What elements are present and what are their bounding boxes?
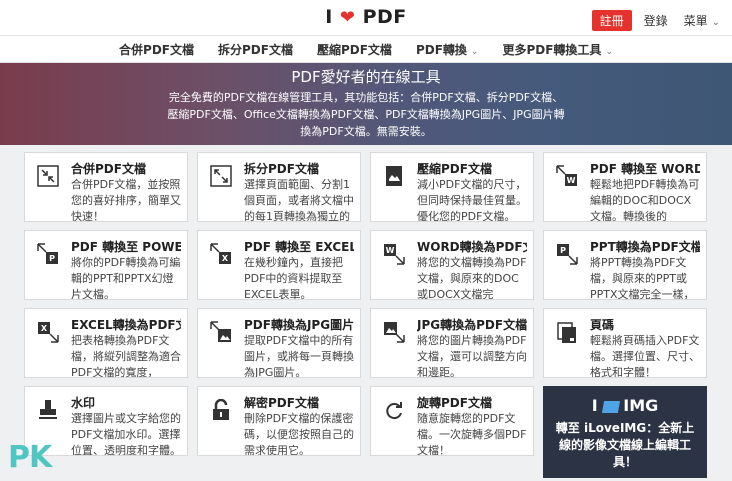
hero-description: 完全免費的PDF文檔在線管理工具，其功能包括：合併PDF文檔、拆分PDF文檔、壓… [167,91,565,138]
nav-more-tools[interactable]: 更多PDF轉換工具 ⌄ [502,41,613,58]
tool-desc: 選擇圖片或文字給您的PDF文檔加水印。選擇位置、透明度和字體。 [71,412,181,456]
iloveimg-logo: I IMG [543,396,707,415]
tool-title: 旋轉PDF文檔 [417,396,492,410]
pdf-to-jpg-icon [210,321,231,342]
nav-label: 拆分PDF文檔 [218,42,293,57]
tool-title: PDF 轉換至 EXCEL [244,240,354,254]
tool-desc: 選擇頁面範圍、分割1個頁面，或者將文檔中的每1頁轉換為獨立的PDF文檔。 [244,178,354,222]
heart-icon: ❤ [339,7,356,28]
svg-text:W: W [567,176,576,185]
tool-title: PDF轉換為JPG圖片 [244,318,354,332]
split-icon [210,165,232,187]
tool-card-pdf-to-ppt[interactable]: P PDF 轉換至 POWE... 將你的PDF轉換為可編輯的PPT和PPTX幻… [24,230,188,300]
tool-card-compress[interactable]: 壓縮PDF文檔 減小PDF文檔的尺寸，但同時保持最佳質量。優化您的PDF文檔。 [370,152,534,222]
nav-label: 壓縮PDF文檔 [316,42,392,57]
tool-desc: 將您的圖片轉換為PDF文檔，還可以調整方向和邊距。 [417,334,527,378]
tool-desc: 輕鬆將頁碼插入PDF文檔。選擇位置、尺寸、格式和字體！ [590,334,700,378]
jpg-to-pdf-icon [384,322,405,343]
heart-icon [602,400,621,413]
chevron-down-icon: ⌄ [605,46,613,57]
nav-label: 更多PDF轉換工具 [502,42,602,57]
pk-watermark: PK [8,440,52,475]
page-numbers-icon [557,322,576,343]
top-bar: I ❤ PDF 註冊 登錄 菜單 ⌄ [0,0,732,36]
top-actions: 註冊 登錄 菜單 ⌄ [591,10,720,31]
tool-desc: 將你的PDF轉換為可編輯的PPT和PPTX幻燈片文檔。 [71,256,181,300]
tool-title: 拆分PDF文檔 [244,162,319,176]
nav-merge[interactable]: 合併PDF文檔 [119,41,194,58]
iloveimg-promo-card[interactable]: I IMG 轉至 iLoveIMG：全新上線的影像文檔線上編輯工具！ [543,386,707,478]
logo-i: I [325,6,333,28]
tool-title: 合併PDF文檔 [71,162,146,176]
tool-title: PPT轉換為PDF文檔 [590,240,700,254]
tool-title: PDF 轉換至 POWE... [71,240,181,254]
word-to-pdf-icon: W [384,244,405,265]
tool-card-pdf-to-excel[interactable]: X PDF 轉換至 EXCEL 在幾秒鐘內，直接把PDF中的資料提取至EXCEL… [197,230,361,300]
tool-card-excel-to-pdf[interactable]: X EXCEL轉換為PDF文... 把表格轉換為PDF文檔，將縱列調整為適合PD… [24,308,188,378]
pdf-to-ppt-icon: P [37,243,58,264]
chevron-down-icon: ⌄ [470,46,479,57]
merge-icon [37,165,59,187]
tool-desc: 在幾秒鐘內，直接把PDF中的資料提取至EXCEL表單。 [244,256,343,300]
tool-card-pdf-to-word[interactable]: W PDF 轉換至 WORD 輕鬆地把PDF轉換為可編輯的DOC和DOCX文檔。… [543,152,707,222]
tool-desc: 將PPT轉換為PDF文檔，與原來的PPT或PPTX文檔完全一樣， [590,256,695,300]
compress-icon [386,166,402,186]
menu-button[interactable]: 菜單 ⌄ [684,12,720,29]
tool-title: JPG轉換為PDF文檔 [417,318,527,332]
tool-title: EXCEL轉換為PDF文... [71,318,181,332]
excel-to-pdf-icon: X [38,322,59,343]
hero-banner: PDF愛好者的在線工具 完全免費的PDF文檔在線管理工具，其功能包括：合併PDF… [0,63,732,145]
tool-desc: 隨意旋轉您的PDF文檔。一次旋轉多個PDF文檔！ [417,412,527,456]
promo-text: 轉至 iLoveIMG：全新上線的影像文檔線上編輯工具！ [555,421,695,469]
tool-title: 頁碼 [590,318,615,332]
tool-desc: 把表格轉換為PDF文檔，將縱列調整為適合PDF文檔的寬度， [71,334,181,378]
tool-desc: 將您的文檔轉換為PDF文檔，與原來的DOC或DOCX文檔完 [417,256,527,300]
menu-label: 菜單 [683,14,708,28]
tool-card-page-numbers[interactable]: 頁碼 輕鬆將頁碼插入PDF文檔。選擇位置、尺寸、格式和字體！ [543,308,707,378]
tool-title: 壓縮PDF文檔 [417,162,492,176]
tool-card-rotate[interactable]: 旋轉PDF文檔 隨意旋轉您的PDF文檔。一次旋轉多個PDF文檔！ [370,386,534,456]
rotate-icon [386,402,402,420]
register-button[interactable]: 註冊 [591,10,632,31]
promo-logo-img: IMG [623,396,659,415]
login-link[interactable]: 登錄 [644,12,668,29]
logo-pdf: PDF [362,6,407,28]
svg-text:W: W [386,246,395,255]
tool-desc: 提取PDF文檔中的所有圖片，或將每一頁轉換為JPG圖片。 [244,334,354,378]
tool-card-pdf-to-jpg[interactable]: PDF轉換為JPG圖片 提取PDF文檔中的所有圖片，或將每一頁轉換為JPG圖片。 [197,308,361,378]
ppt-to-pdf-icon: P [557,244,578,265]
chevron-down-icon: ⌄ [711,17,720,28]
svg-text:P: P [560,246,566,255]
tool-desc: 減小PDF文檔的尺寸，但同時保持最佳質量。優化您的PDF文檔。 [417,178,527,222]
tool-title: PDF 轉換至 WORD [590,162,700,176]
tool-card-jpg-to-pdf[interactable]: JPG轉換為PDF文檔 將您的圖片轉換為PDF文檔，還可以調整方向和邊距。 [370,308,534,378]
tool-card-ppt-to-pdf[interactable]: P PPT轉換為PDF文檔 將PPT轉換為PDF文檔，與原來的PPT或PPTX文… [543,230,707,300]
tool-desc: 輕鬆地把PDF轉換為可編輯的DOC和DOCX文檔。轉換後的WORD文檔 [590,178,700,222]
svg-text:X: X [41,324,48,333]
hero-title: PDF愛好者的在線工具 [291,68,441,86]
unlock-icon [213,399,229,420]
svg-text:X: X [222,254,229,263]
tool-card-merge[interactable]: 合併PDF文檔 合併PDF文檔，並按照您的喜好排序，簡單又快速！ [24,152,188,222]
main-nav: 合併PDF文檔 拆分PDF文檔 壓縮PDF文檔 PDF轉換 ⌄ 更多PDF轉換工具… [0,36,732,63]
tool-title: WORD轉換為PDF文... [417,240,527,254]
watermark-icon [39,400,57,419]
tool-desc: 合併PDF文檔，並按照您的喜好排序，簡單又快速！ [71,178,181,222]
nav-convert[interactable]: PDF轉換 ⌄ [416,41,479,58]
tool-title: 水印 [71,396,96,410]
nav-label: PDF轉換 [415,42,467,57]
pdf-to-excel-icon: X [210,243,231,264]
nav-label: 合併PDF文檔 [119,42,194,57]
nav-split[interactable]: 拆分PDF文檔 [218,41,293,58]
promo-logo-i: I [591,396,598,415]
tool-card-word-to-pdf[interactable]: W WORD轉換為PDF文... 將您的文檔轉換為PDF文檔，與原來的DOC或D… [370,230,534,300]
tool-card-unlock[interactable]: 解密PDF文檔 刪除PDF文檔的保護密碼，以便您按照自己的需求使用它。 [197,386,361,456]
nav-compress[interactable]: 壓縮PDF文檔 [317,41,392,58]
tool-desc: 刪除PDF文檔的保護密碼，以便您按照自己的需求使用它。 [244,412,354,456]
tool-title: 解密PDF文檔 [244,396,319,410]
svg-text:P: P [49,254,55,263]
pdf-to-word-icon: W [556,165,577,186]
tool-card-split[interactable]: 拆分PDF文檔 選擇頁面範圍、分割1個頁面，或者將文檔中的每1頁轉換為獨立的PD… [197,152,361,222]
